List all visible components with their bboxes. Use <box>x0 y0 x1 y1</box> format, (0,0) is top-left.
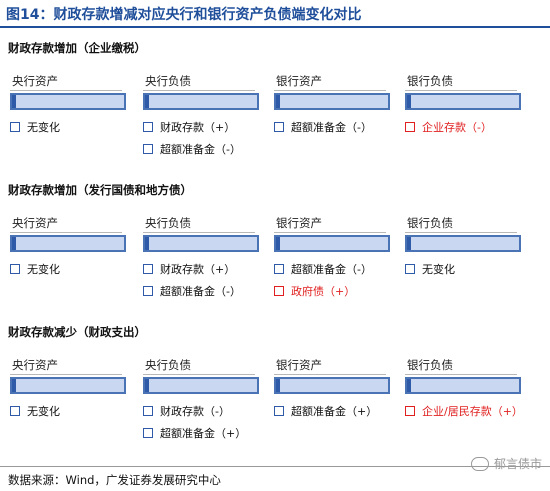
col-head-bank-assets: 银行资产 <box>276 74 322 88</box>
balance-bar <box>10 377 126 394</box>
balance-bar <box>10 93 126 110</box>
option-item: 超额准备金（-） <box>274 119 372 135</box>
option-item: 财政存款（-） <box>143 403 230 419</box>
checkbox-icon <box>405 264 415 274</box>
col-head-bank-liabilities: 银行负债 <box>407 74 453 88</box>
col-head-bank-assets: 银行资产 <box>276 216 322 230</box>
divider <box>405 90 517 91</box>
option-item-highlight: 企业/居民存款（+） <box>405 403 523 419</box>
checkbox-icon <box>10 122 20 132</box>
divider <box>274 374 386 375</box>
divider <box>143 232 255 233</box>
checkbox-icon <box>143 406 153 416</box>
col-head-central-liabilities: 央行负债 <box>145 358 191 372</box>
divider <box>143 90 255 91</box>
balance-bar <box>143 235 259 252</box>
checkbox-icon <box>143 264 153 274</box>
balance-bar <box>405 235 521 252</box>
data-source: 数据来源：Wind，广发证券发展研究中心 <box>8 473 221 487</box>
option-item: 超额准备金（+） <box>274 403 377 419</box>
option-item: 财政存款（+） <box>143 261 235 277</box>
balance-bar <box>143 93 259 110</box>
col-head-central-liabilities: 央行负债 <box>145 74 191 88</box>
watermark-text: 郁言债市 <box>493 457 542 471</box>
footer-divider <box>0 466 550 467</box>
option-item: 超额准备金（+） <box>143 425 246 441</box>
option-item: 超额准备金（-） <box>274 261 372 277</box>
divider <box>143 374 255 375</box>
divider <box>405 232 517 233</box>
checkbox-icon <box>274 122 284 132</box>
divider <box>274 232 386 233</box>
wechat-icon <box>470 456 489 471</box>
figure-title: 图14：财政存款增减对应央行和银行资产负债端变化对比 <box>6 7 362 23</box>
checkbox-icon <box>405 406 415 416</box>
col-head-central-assets: 央行资产 <box>12 74 58 88</box>
col-head-central-liabilities: 央行负债 <box>145 216 191 230</box>
checkbox-icon <box>143 144 153 154</box>
divider <box>405 374 517 375</box>
option-item: 超额准备金（-） <box>143 283 241 299</box>
checkbox-icon <box>143 428 153 438</box>
checkbox-icon <box>274 286 284 296</box>
checkbox-icon <box>143 286 153 296</box>
col-head-central-assets: 央行资产 <box>12 216 58 230</box>
checkbox-icon <box>274 406 284 416</box>
section-title-2: 财政存款增加（发行国债和地方债） <box>8 183 192 197</box>
balance-bar <box>274 377 390 394</box>
option-item: 无变化 <box>10 119 60 135</box>
col-head-bank-assets: 银行资产 <box>276 358 322 372</box>
divider <box>274 90 386 91</box>
col-head-bank-liabilities: 银行负债 <box>407 216 453 230</box>
option-item: 无变化 <box>10 261 60 277</box>
divider <box>10 374 122 375</box>
watermark: 郁言债市 <box>470 455 542 472</box>
section-title-1: 财政存款增加（企业缴税） <box>8 41 146 55</box>
balance-bar <box>274 93 390 110</box>
checkbox-icon <box>405 122 415 132</box>
option-item: 超额准备金（-） <box>143 141 241 157</box>
checkbox-icon <box>10 264 20 274</box>
section-title-3: 财政存款减少（财政支出） <box>8 325 146 339</box>
figure-title-bar: 图14：财政存款增减对应央行和银行资产负债端变化对比 <box>0 0 550 28</box>
checkbox-icon <box>10 406 20 416</box>
col-head-central-assets: 央行资产 <box>12 358 58 372</box>
option-item: 无变化 <box>10 403 60 419</box>
option-item: 无变化 <box>405 261 455 277</box>
balance-bar <box>405 93 521 110</box>
divider <box>10 232 122 233</box>
checkbox-icon <box>274 264 284 274</box>
checkbox-icon <box>143 122 153 132</box>
option-item: 财政存款（+） <box>143 119 235 135</box>
balance-bar <box>405 377 521 394</box>
balance-bar <box>143 377 259 394</box>
option-item-highlight: 政府债（+） <box>274 283 355 299</box>
col-head-bank-liabilities: 银行负债 <box>407 358 453 372</box>
balance-bar <box>10 235 126 252</box>
balance-bar <box>274 235 390 252</box>
divider <box>10 90 122 91</box>
option-item-highlight: 企业存款（-） <box>405 119 492 135</box>
